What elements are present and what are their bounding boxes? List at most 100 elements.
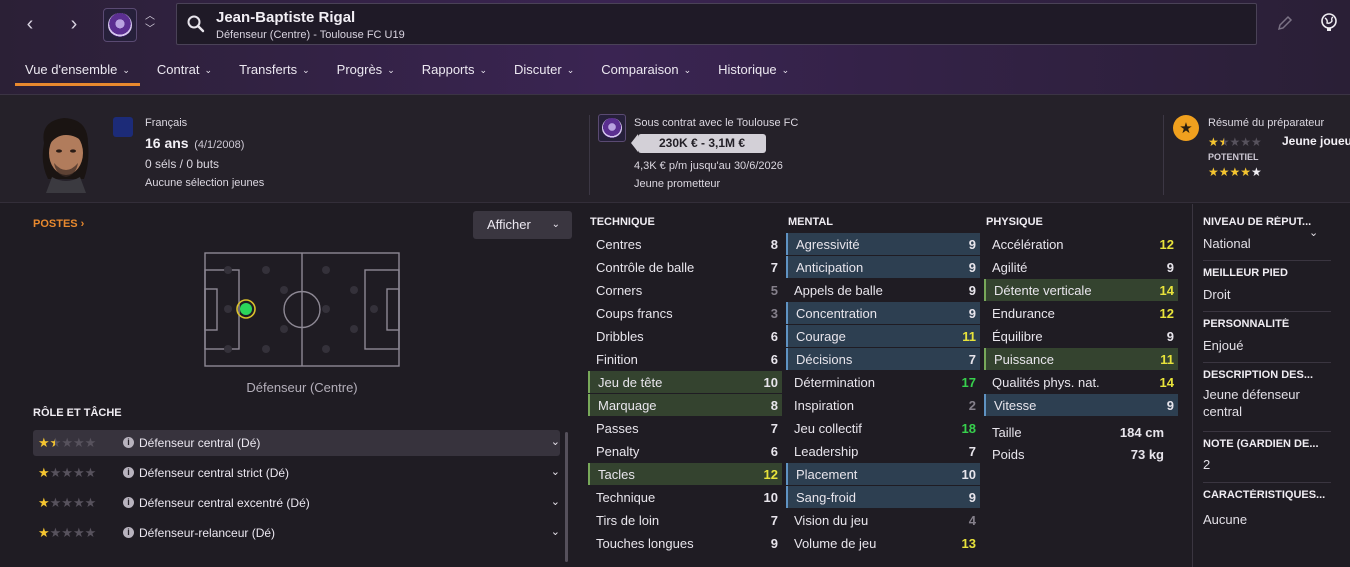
scrollbar[interactable]	[565, 432, 568, 562]
chevron-down-icon[interactable]: ⌄	[551, 435, 560, 448]
tab-rapports[interactable]: Rapports ⌄	[412, 58, 497, 86]
chevron-right-icon[interactable]: ›	[63, 14, 85, 36]
attribute-name: Placement	[796, 467, 858, 482]
role-name: Défenseur-relanceur (Dé)	[139, 526, 276, 540]
display-button[interactable]: Afficher ⌄	[473, 211, 572, 239]
attribute-row[interactable]: Tirs de loin 7	[588, 509, 782, 531]
attribute-row[interactable]: Leadership 7	[786, 440, 980, 462]
role-row[interactable]: ★★★★★ i Défenseur central excentré (Dé) …	[33, 490, 560, 516]
attribute-row[interactable]: Placement 10	[786, 463, 980, 485]
player-header: ‹ › ︿ ﹀ Jean-Baptiste Rigal Défenseur (Ce…	[0, 0, 1350, 95]
attribute-row[interactable]: Corners 5	[588, 279, 782, 301]
profile-strip: Français 16 ans (4/1/2008) 0 séls / 0 bu…	[0, 95, 1350, 203]
attribute-row[interactable]: Tacles 12	[588, 463, 782, 485]
position-label: Défenseur (Centre)	[246, 380, 358, 395]
attribute-row[interactable]: Accélération 12	[984, 233, 1178, 255]
attribute-row[interactable]: Jeu collectif 18	[786, 417, 980, 439]
youth-caps: Aucune sélection jeunes	[145, 177, 265, 189]
tab-historique[interactable]: Historique ⌄	[708, 58, 799, 86]
info-icon[interactable]: i	[123, 527, 134, 538]
attribute-value: 9	[968, 283, 976, 298]
attribute-row[interactable]: Anticipation 9	[786, 256, 980, 278]
scout-summary: Jeune joueu	[1282, 134, 1350, 148]
attribute-value: 7	[770, 421, 778, 436]
attribute-value: 13	[961, 536, 976, 551]
attribute-value: 9	[968, 490, 976, 505]
attribute-row[interactable]: Puissance 11	[984, 348, 1178, 370]
chevron-down-icon[interactable]: ⌄	[551, 465, 560, 478]
attribute-value: 4	[968, 513, 976, 528]
attribute-row[interactable]: Équilibre 9	[984, 325, 1178, 347]
edit-icon[interactable]	[1276, 14, 1294, 32]
attribute-row[interactable]: Agilité 9	[984, 256, 1178, 278]
attribute-value: 14	[1159, 283, 1174, 298]
attribute-row[interactable]: Agressivité 9	[786, 233, 980, 255]
attribute-row[interactable]: Passes 7	[588, 417, 782, 439]
tab-progres[interactable]: Progrès ⌄	[327, 58, 405, 86]
attribute-name: Contrôle de balle	[596, 260, 695, 275]
role-row[interactable]: ★★★★★ i Défenseur central strict (Dé) ⌄	[33, 460, 560, 486]
wage-line: 4,3K € p/m jusqu'au 30/6/2026	[634, 160, 783, 172]
tab-transferts[interactable]: Transferts ⌄	[229, 58, 320, 86]
chevron-down-icon[interactable]: ⌄	[551, 495, 560, 508]
globe-icon[interactable]	[1319, 12, 1339, 32]
attribute-row[interactable]: Marquage 8	[588, 394, 782, 416]
attribute-value: 8	[770, 398, 778, 413]
attribute-row[interactable]: Qualités phys. nat. 14	[984, 371, 1178, 393]
attribute-row[interactable]: Vision du jeu 4	[786, 509, 980, 531]
attribute-row[interactable]: Penalty 6	[588, 440, 782, 462]
attribute-row[interactable]: Appels de balle 9	[786, 279, 980, 301]
search-bar[interactable]: Jean-Baptiste Rigal Défenseur (Centre) -…	[176, 3, 1257, 45]
attribute-row[interactable]: Détente verticale 14	[984, 279, 1178, 301]
info-icon[interactable]: i	[123, 437, 134, 448]
attribute-name: Tacles	[598, 467, 635, 482]
attribute-row[interactable]: Coups francs 3	[588, 302, 782, 324]
attribute-row[interactable]: Décisions 7	[786, 348, 980, 370]
attribute-row[interactable]: Sang-froid 9	[786, 486, 980, 508]
attribute-row[interactable]: Dribbles 6	[588, 325, 782, 347]
postes-link[interactable]: POSTES ›	[33, 218, 84, 230]
attribute-value: 6	[770, 329, 778, 344]
star-icon: ★	[1173, 115, 1199, 141]
attribute-row[interactable]: Contrôle de balle 7	[588, 256, 782, 278]
divider	[1203, 260, 1331, 261]
chevron-down-icon[interactable]: ⌄	[551, 525, 560, 538]
tab-discuter[interactable]: Discuter ⌄	[504, 58, 584, 86]
club-badge-icon[interactable]	[103, 8, 137, 42]
attribute-name: Coups francs	[596, 306, 673, 321]
chevron-left-icon[interactable]: ‹	[19, 14, 41, 36]
attribute-row[interactable]: Vitesse 9	[984, 394, 1178, 416]
attribute-value: 9	[1166, 398, 1174, 413]
attribute-row[interactable]: Centres 8	[588, 233, 782, 255]
attribute-row[interactable]: Détermination 17	[786, 371, 980, 393]
player-info-panel: NIVEAU DE RÉPUT... National ⌄ MEILLEUR P…	[1192, 204, 1350, 567]
tab-contrat[interactable]: Contrat ⌄	[147, 58, 222, 86]
attribute-row[interactable]: Touches longues 9	[588, 532, 782, 554]
attribute-name: Vision du jeu	[794, 513, 869, 528]
attribute-name: Technique	[596, 490, 656, 505]
info-icon[interactable]: i	[123, 497, 134, 508]
transfer-value[interactable]: 230K € - 3,1M €	[631, 134, 766, 153]
attribute-value: 12	[763, 467, 778, 482]
attribute-row[interactable]: Endurance 12	[984, 302, 1178, 324]
attribute-name: Endurance	[992, 306, 1055, 321]
attribute-row[interactable]: Jeu de tête 10	[588, 371, 782, 393]
attribute-value: 17	[961, 375, 976, 390]
attribute-row[interactable]: Volume de jeu 13	[786, 532, 980, 554]
role-row[interactable]: ★★★★★ i Défenseur-relanceur (Dé) ⌄	[33, 520, 560, 546]
france-flag-icon	[113, 117, 133, 137]
up-down-icon[interactable]: ︿ ﹀	[144, 10, 156, 36]
chevron-down-icon[interactable]: ⌄	[1309, 226, 1318, 239]
role-row[interactable]: ★★★★★★ i Défenseur central (Dé) ⌄	[33, 430, 560, 456]
player-status: Jeune prometteur	[634, 178, 721, 190]
club-badge-icon[interactable]	[598, 114, 626, 142]
tab-vue-ensemble[interactable]: Vue d'ensemble ⌄	[15, 58, 140, 86]
attribute-row[interactable]: Inspiration 2	[786, 394, 980, 416]
attribute-row[interactable]: Concentration 9	[786, 302, 980, 324]
attribute-row[interactable]: Finition 6	[588, 348, 782, 370]
tab-comparaison[interactable]: Comparaison ⌄	[591, 58, 701, 86]
personality-info: PERSONNALITÉ Enjoué	[1203, 318, 1290, 353]
attribute-row[interactable]: Courage 11	[786, 325, 980, 347]
attribute-row[interactable]: Technique 10	[588, 486, 782, 508]
info-icon[interactable]: i	[123, 467, 134, 478]
